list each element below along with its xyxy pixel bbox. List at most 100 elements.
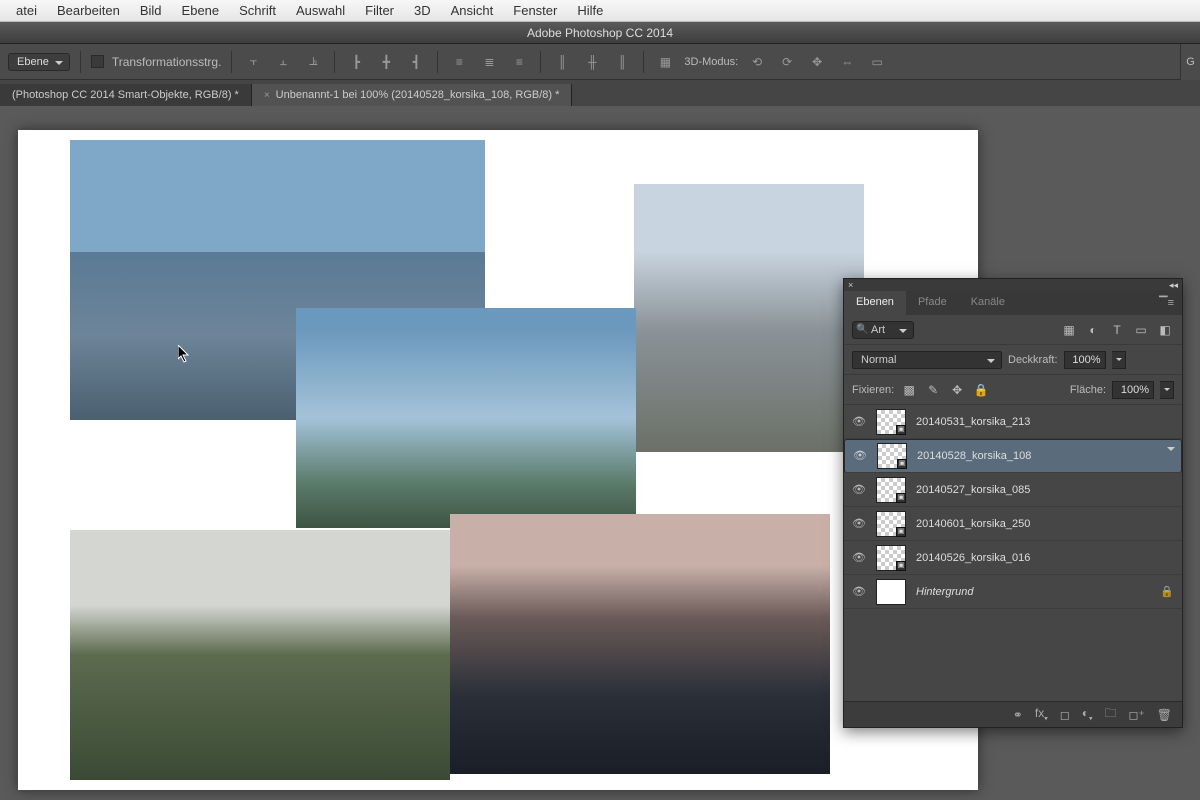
align-right-icon[interactable]: ┫ [405,51,427,73]
lock-transparency-icon[interactable]: ▩ [900,381,918,399]
visibility-toggle-icon[interactable] [852,517,866,531]
right-panel-collapsed[interactable]: G [1180,44,1200,80]
panel-menu-icon[interactable]: ▔≡ [1151,291,1182,315]
placed-image-2[interactable] [634,184,864,452]
filter-pixel-icon[interactable]: ▦ [1060,321,1078,339]
menu-bearbeiten[interactable]: Bearbeiten [47,3,130,18]
visibility-toggle-icon[interactable] [852,551,866,565]
panel-tab-ebenen[interactable]: Ebenen [844,291,906,315]
smart-object-badge-icon: ▣ [897,459,907,469]
layer-name[interactable]: 20140527_korsika_085 [916,484,1030,496]
menu-fenster[interactable]: Fenster [503,3,567,18]
menu-ebene[interactable]: Ebene [172,3,230,18]
visibility-toggle-icon[interactable] [852,585,866,599]
layer-thumbnail[interactable]: ▣ [876,477,906,503]
distribute-vcenter-icon[interactable]: ≣ [478,51,500,73]
orbit-3d-icon[interactable]: ⟲ [746,51,768,73]
distribute-right-icon[interactable]: ║ [611,51,633,73]
blend-mode-dropdown[interactable]: Normal [852,351,1002,369]
layer-thumbnail[interactable]: ▣ [876,409,906,435]
distribute-bottom-icon[interactable]: ≡ [508,51,530,73]
filter-smart-icon[interactable]: ◧ [1156,321,1174,339]
delete-layer-icon[interactable]: 🗑 [1157,708,1172,722]
visibility-toggle-icon[interactable] [852,415,866,429]
add-mask-icon[interactable]: ◻ [1060,708,1070,722]
distribute-top-icon[interactable]: ≡ [448,51,470,73]
visibility-toggle-icon[interactable] [853,449,867,463]
layer-thumbnail[interactable]: ▣ [876,545,906,571]
placed-image-5[interactable] [450,514,830,774]
layer-row[interactable]: ▣ 20140601_korsika_250 [844,507,1182,541]
align-hcenter-icon[interactable]: ╋ [375,51,397,73]
layer-name[interactable]: Hintergrund [916,586,973,598]
adjustment-layer-icon[interactable]: ◐▾ [1082,706,1093,722]
panel-tab-pfade[interactable]: Pfade [906,291,959,315]
menu-filter[interactable]: Filter [355,3,404,18]
lock-all-icon[interactable]: 🔒 [972,381,990,399]
close-icon[interactable]: × [848,280,853,290]
layer-row[interactable]: ▣ 20140526_korsika_016 [844,541,1182,575]
layer-name[interactable]: 20140531_korsika_213 [916,416,1030,428]
document-tabs: (Photoshop CC 2014 Smart-Objekte, RGB/8)… [0,80,1200,106]
align-vcenter-icon[interactable]: ⫠ [272,51,294,73]
fill-slider-icon[interactable] [1160,381,1174,399]
lock-pixels-icon[interactable]: ✎ [924,381,942,399]
separator [540,51,541,73]
layer-name[interactable]: 20140528_korsika_108 [917,450,1031,462]
panel-header[interactable]: × ◂◂ [844,279,1182,291]
new-group-icon[interactable]: 🗀 [1104,704,1116,725]
align-bottom-icon[interactable]: ⫡ [302,51,324,73]
lock-position-icon[interactable]: ✥ [948,381,966,399]
distribute-hcenter-icon[interactable]: ╫ [581,51,603,73]
pan-3d-icon[interactable]: ✥ [806,51,828,73]
collapse-icon[interactable]: ◂◂ [1169,280,1178,291]
new-layer-icon[interactable]: ◻⁺ [1128,708,1144,722]
layer-name[interactable]: 20140601_korsika_250 [916,518,1030,530]
panel-tab-kanäle[interactable]: Kanäle [959,291,1017,315]
panel-tabs: EbenenPfadeKanäle ▔≡ [844,291,1182,315]
placed-image-3[interactable] [296,308,636,528]
separator [231,51,232,73]
layer-row[interactable]: Hintergrund🔒 [844,575,1182,609]
fill-value[interactable]: 100% [1112,381,1154,399]
menu-3d[interactable]: 3D [404,3,441,18]
layer-row[interactable]: ▣ 20140531_korsika_213 [844,405,1182,439]
opacity-slider-icon[interactable] [1112,351,1126,369]
distribute-left-icon[interactable]: ║ [551,51,573,73]
document-tab[interactable]: ×Unbenannt-1 bei 100% (20140528_korsika_… [252,84,573,106]
align-left-icon[interactable]: ┣ [345,51,367,73]
align-top-icon[interactable]: ⫟ [242,51,264,73]
roll-3d-icon[interactable]: ⟳ [776,51,798,73]
layer-fx-icon[interactable]: fx▾ [1035,706,1048,722]
layer-row[interactable]: ▣ 20140527_korsika_085 [844,473,1182,507]
menu-ansicht[interactable]: Ansicht [441,3,504,18]
layer-thumbnail[interactable]: ▣ [876,511,906,537]
filter-kind-dropdown[interactable]: Art [852,321,914,339]
menu-hilfe[interactable]: Hilfe [567,3,613,18]
link-layers-icon[interactable]: ⚭ [1013,708,1023,722]
layer-name[interactable]: 20140526_korsika_016 [916,552,1030,564]
document-canvas[interactable] [18,130,978,790]
filter-type-icon[interactable]: T [1108,321,1126,339]
auto-align-icon[interactable]: ▦ [654,51,676,73]
close-tab-icon[interactable]: × [264,90,270,101]
filter-shape-icon[interactable]: ▭ [1132,321,1150,339]
slide-3d-icon[interactable]: ⇔ [836,51,858,73]
transform-controls-checkbox[interactable] [91,55,104,68]
visibility-toggle-icon[interactable] [852,483,866,497]
layer-row[interactable]: ▣ 20140528_korsika_108 [844,439,1182,473]
layer-thumbnail[interactable] [876,579,906,605]
placed-image-4[interactable] [70,530,450,780]
macos-menubar[interactable]: ateiBearbeitenBildEbeneSchriftAuswahlFil… [0,0,1200,22]
menu-atei[interactable]: atei [6,3,47,18]
menu-schrift[interactable]: Schrift [229,3,286,18]
menu-auswahl[interactable]: Auswahl [286,3,355,18]
opacity-value[interactable]: 100% [1064,351,1106,369]
opacity-label: Deckkraft: [1008,354,1058,366]
zoom-3d-icon[interactable]: ▭ [866,51,888,73]
menu-bild[interactable]: Bild [130,3,172,18]
layer-thumbnail[interactable]: ▣ [877,443,907,469]
filter-adjust-icon[interactable]: ◐ [1084,321,1102,339]
document-tab[interactable]: (Photoshop CC 2014 Smart-Objekte, RGB/8)… [0,84,252,106]
layer-select-dropdown[interactable]: Ebene [8,53,70,71]
